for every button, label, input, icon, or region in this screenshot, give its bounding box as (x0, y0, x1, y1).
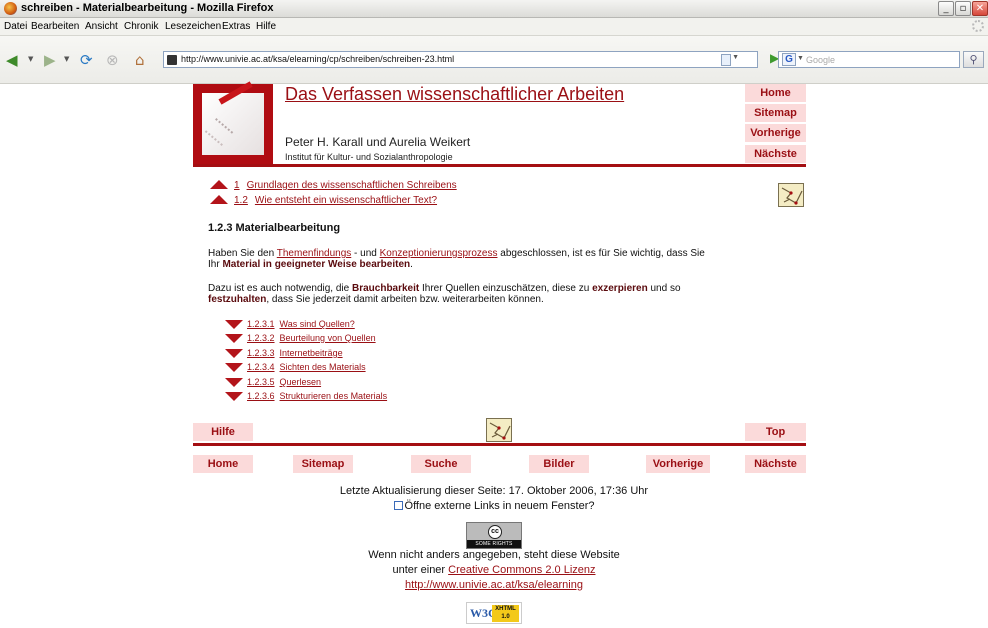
creative-commons-badge[interactable]: cc SOME RIGHTS RESERVED (466, 522, 522, 555)
url-dropdown-icon[interactable]: ▼ (732, 54, 739, 61)
down-arrow-icon (225, 349, 243, 358)
home-icon[interactable]: ⌂ (135, 51, 145, 69)
header-nav-sitemap[interactable]: Sitemap (745, 104, 806, 122)
subsection-link[interactable]: 1.2.3.2 Beurteilung von Quellen (225, 333, 376, 343)
firefox-icon (4, 2, 17, 15)
url-text: http://www.univie.ac.at/ksa/elearning/cp… (181, 54, 455, 64)
maximize-button[interactable]: ▫ (955, 1, 971, 16)
external-links-toggle[interactable]: Öffne externe Links in neuem Fenster? (0, 500, 988, 512)
navigation-toolbar: ◀ ▼ ▶ ▼ ⟳ ⊗ ⌂ http://www.univie.ac.at/ks… (0, 36, 988, 84)
footer-nav-next[interactable]: Nächste (745, 455, 806, 473)
subsection-link[interactable]: 1.2.3.1 Was sind Quellen? (225, 319, 355, 329)
google-engine-icon[interactable]: G (782, 53, 796, 66)
down-arrow-icon (225, 378, 243, 387)
url-bar[interactable]: http://www.univie.ac.at/ksa/elearning/cp… (163, 51, 758, 68)
footer-nav-search[interactable]: Suche (411, 455, 471, 473)
footer-nav-sitemap[interactable]: Sitemap (293, 455, 353, 473)
institute: Institut für Kultur- und Sozialanthropol… (285, 152, 453, 162)
konzeptionierung-link[interactable]: Konzeptionierungsprozess (380, 248, 498, 259)
subsection-link[interactable]: 1.2.3.5 Querlesen (225, 377, 321, 387)
header-divider (193, 164, 806, 167)
license-link[interactable]: Creative Commons 2.0 Lizenz (448, 564, 595, 576)
site-title-link[interactable]: Das Verfassen wissenschaftlicher Arbeite… (285, 84, 624, 105)
up-arrow-icon (210, 180, 228, 189)
menu-lesezeichen[interactable]: Lesezeichen (165, 21, 221, 32)
reload-icon[interactable]: ⟳ (80, 51, 93, 69)
page-icon (721, 54, 731, 66)
down-arrow-icon (225, 363, 243, 372)
subsection-link[interactable]: 1.2.3.3 Internetbeiträge (225, 348, 343, 358)
detail-paragraph: Dazu ist es auch notwendig, die Brauchba… (208, 283, 681, 305)
page-content: Das Verfassen wissenschaftlicher Arbeite… (0, 81, 988, 628)
menu-ansicht[interactable]: Ansicht (85, 21, 118, 32)
menu-datei[interactable]: Datei (4, 21, 27, 32)
authors: Peter H. Karall und Aurelia Weikert (285, 135, 471, 149)
license-line-1: Wenn nicht anders angegeben, steht diese… (368, 549, 620, 561)
section-heading: 1.2.3 Materialbearbeitung (208, 222, 341, 234)
search-magnifier-icon[interactable]: ⚲ (963, 51, 984, 68)
footer-divider (193, 443, 806, 446)
site-url-link[interactable]: http://www.univie.ac.at/ksa/elearning (405, 579, 583, 591)
back-history-dropdown[interactable]: ▼ (28, 55, 33, 63)
window-title: schreiben - Materialbearbeitung - Mozill… (21, 2, 274, 14)
footer-nav-previous[interactable]: Vorherige (646, 455, 710, 473)
menu-chronik[interactable]: Chronik (124, 21, 158, 32)
menu-hilfe[interactable]: Hilfe (256, 21, 276, 32)
xhtml-label: XHTML 1.0 (492, 605, 519, 622)
search-engine-dropdown-icon[interactable]: ▼ (797, 55, 804, 62)
down-arrow-icon (225, 320, 243, 329)
down-arrow-icon (225, 392, 243, 401)
forward-history-dropdown[interactable]: ▼ (64, 55, 69, 63)
menu-bearbeiten[interactable]: Bearbeiten (31, 21, 79, 32)
back-button[interactable]: ◀ (6, 51, 18, 69)
menu-extras[interactable]: Extras (222, 21, 250, 32)
help-button[interactable]: Hilfe (193, 423, 253, 441)
window-titlebar: schreiben - Materialbearbeitung - Mozill… (0, 0, 988, 18)
site-url-line: http://www.univie.ac.at/ksa/elearning (0, 579, 988, 591)
search-placeholder: Google (806, 55, 836, 65)
minimize-button[interactable]: _ (938, 1, 954, 16)
subsection-link[interactable]: 1.2.3.4 Sichten des Materials (225, 362, 366, 372)
up-arrow-icon (210, 195, 228, 204)
top-button[interactable]: Top (745, 423, 806, 441)
subsection-link[interactable]: 1.2.3.6 Strukturieren des Materials (225, 391, 387, 401)
throbber-icon (972, 20, 984, 32)
last-updated: Letzte Aktualisierung dieser Seite: 17. … (339, 485, 649, 497)
site-identity-icon[interactable] (167, 55, 177, 65)
header-nav-next[interactable]: Nächste (745, 145, 806, 163)
down-arrow-icon (225, 334, 243, 343)
external-links-checkbox[interactable] (393, 501, 403, 510)
search-bar[interactable]: G ▼ Google (778, 51, 960, 68)
license-line-2: unter einer Creative Commons 2.0 Lizenz (392, 564, 596, 576)
intro-paragraph: Haben Sie den Themenfindungs - und Konze… (208, 248, 705, 270)
sitemap-map-icon[interactable] (486, 418, 512, 442)
footer-nav-home[interactable]: Home (193, 455, 253, 473)
themenfindung-link[interactable]: Themenfindungs (277, 248, 352, 259)
sitemap-map-icon[interactable] (778, 183, 804, 207)
forward-button[interactable]: ▶ (44, 51, 56, 69)
pen-illustration (218, 81, 253, 105)
header-nav-home[interactable]: Home (745, 84, 806, 102)
breadcrumb-item[interactable]: 1.2 Wie entsteht ein wissenschaftlicher T… (210, 195, 437, 206)
footer-nav-images[interactable]: Bilder (529, 455, 589, 473)
close-button[interactable]: ✕ (972, 1, 988, 16)
breadcrumb-item[interactable]: 1 Grundlagen des wissenschaftlichen Schre… (210, 180, 457, 191)
stop-icon[interactable]: ⊗ (106, 51, 119, 69)
header-nav-previous[interactable]: Vorherige (745, 124, 806, 142)
menu-bar: Datei Bearbeiten Ansicht Chronik Lesezei… (0, 18, 988, 36)
w3c-xhtml-badge[interactable]: W3C XHTML 1.0 (466, 602, 522, 624)
site-logo (193, 81, 273, 164)
cc-icon: cc (488, 525, 502, 539)
